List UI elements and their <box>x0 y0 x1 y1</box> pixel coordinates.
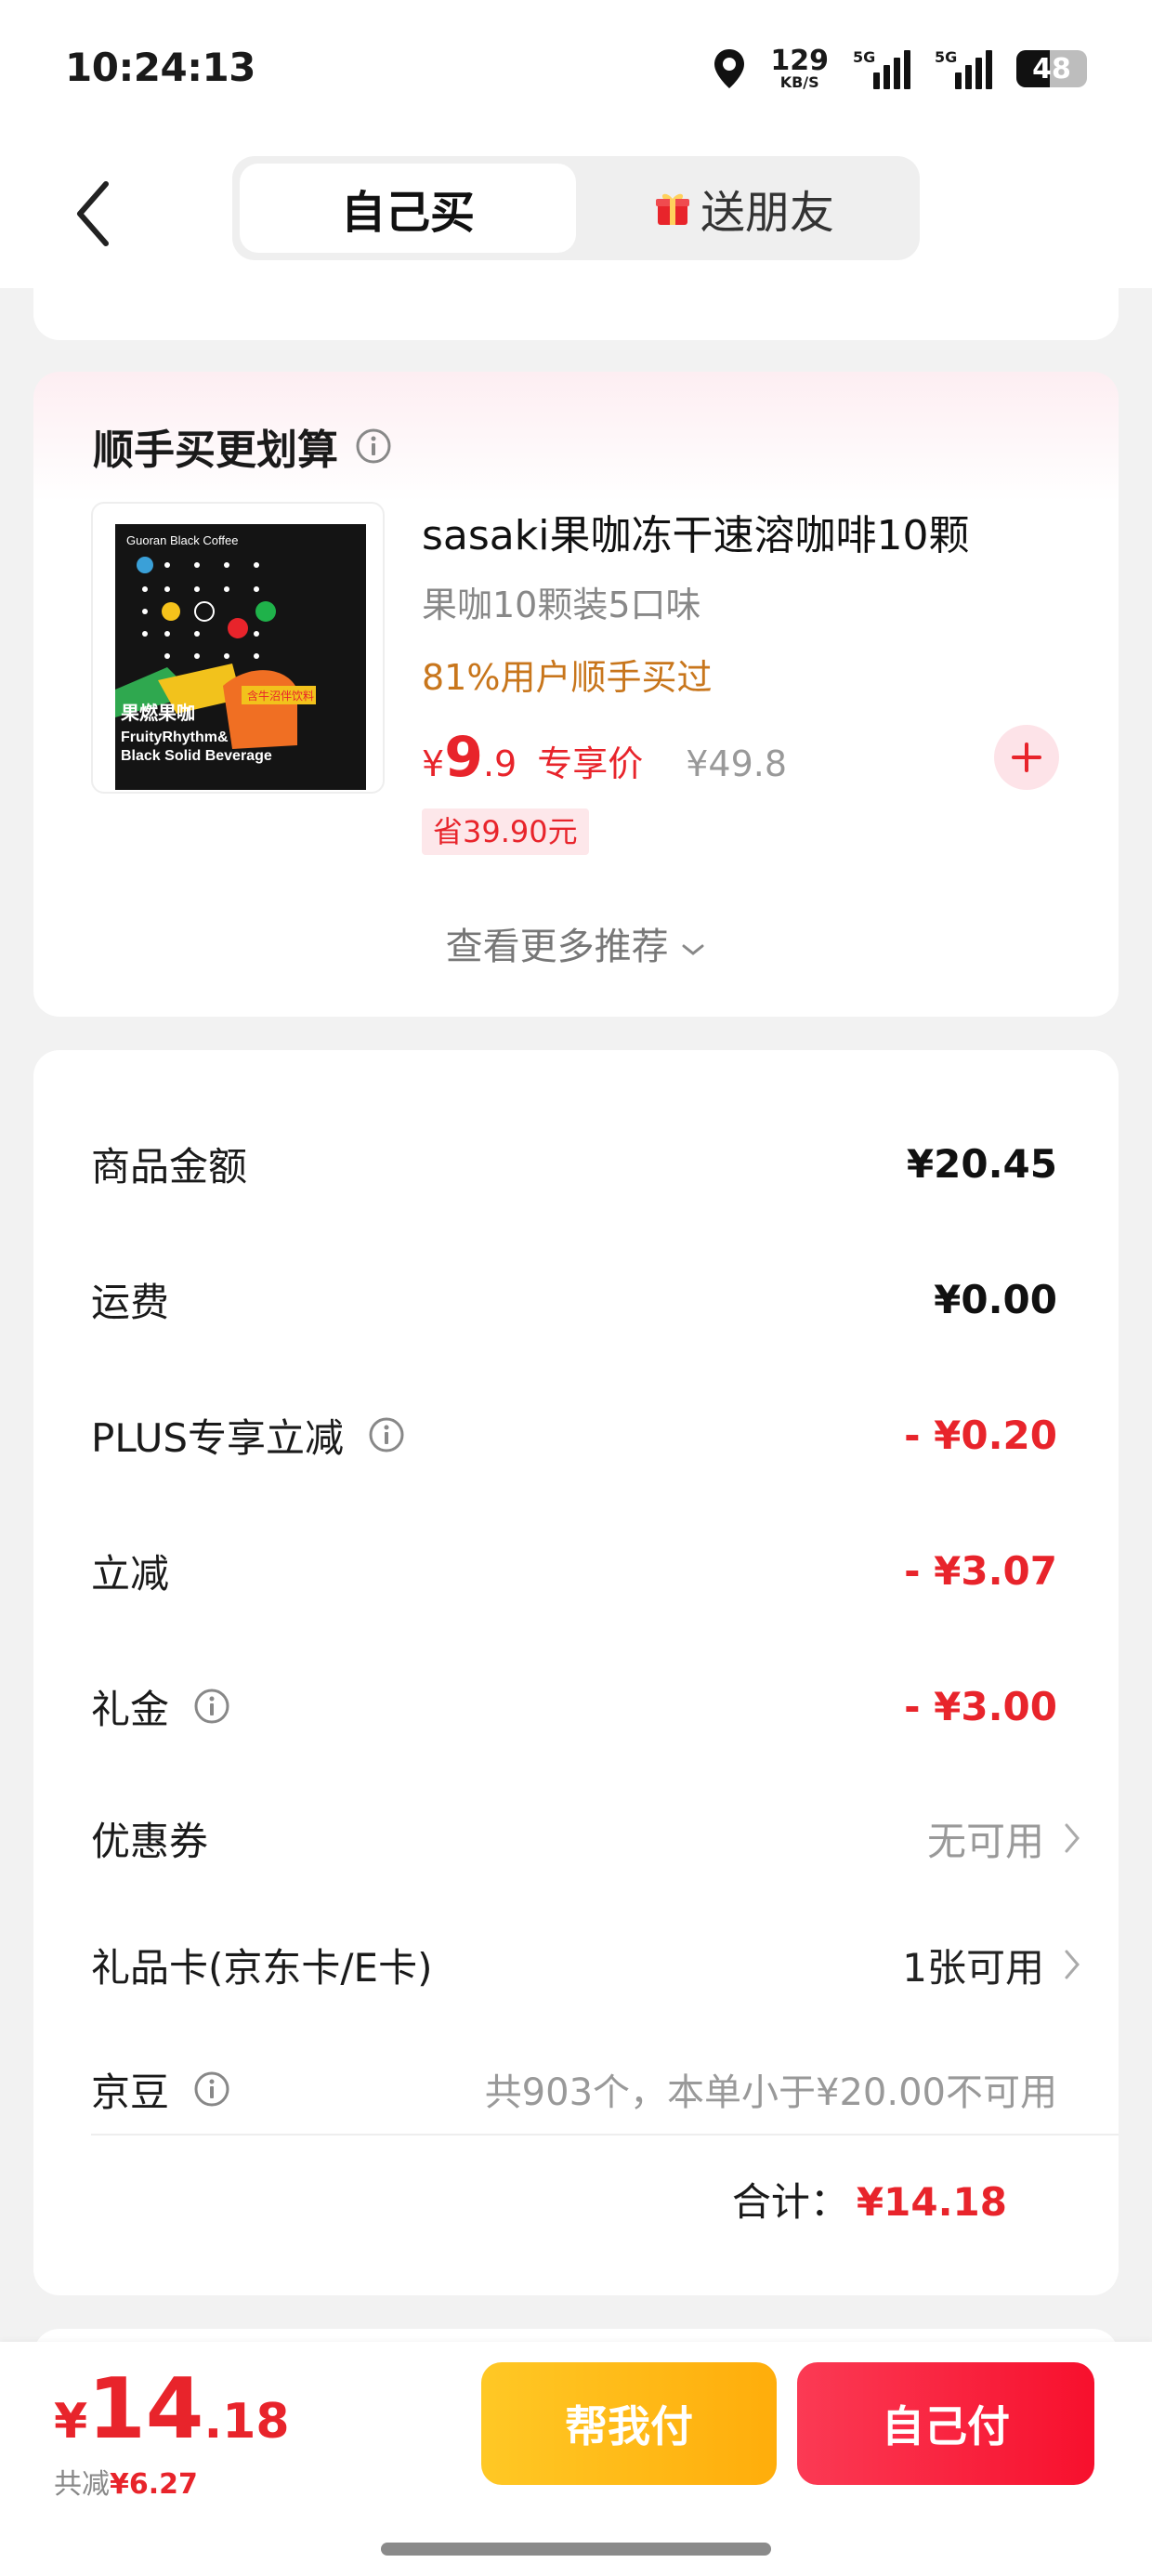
status-icons: 129 KB/S 5G 5G 48 <box>713 41 1087 97</box>
fee-label: 礼金 <box>91 1686 170 1732</box>
home-indicator[interactable] <box>381 2543 771 2556</box>
save-badge: 省39.90元 <box>422 808 589 855</box>
fee-label: 京豆 <box>91 2069 170 2115</box>
fee-value: 1张可用 <box>902 1944 1044 1991</box>
payable-integer: 14 <box>87 2360 204 2458</box>
help-me-pay-button[interactable]: 帮我付 <box>481 2362 777 2485</box>
network-speed-value: 129 <box>770 45 829 77</box>
fee-row-jd-beans: 京豆 共903个，本单小于¥20.00不可用 <box>91 2052 1057 2126</box>
info-icon[interactable] <box>193 1688 230 1725</box>
thumb-side: 含牛沼伴饮料 <box>247 689 314 703</box>
product-price: ¥ 9 .9 专享价 ¥49.8 <box>422 725 787 790</box>
network-speed: 129 KB/S <box>770 47 829 90</box>
checkout-bar: ¥ 14 .18 共减¥6.27 帮我付 自己付 <box>0 2342 1152 2576</box>
original-price: ¥49.8 <box>686 743 788 784</box>
payable-symbol: ¥ <box>54 2394 88 2450</box>
fee-label: 商品金额 <box>91 1143 248 1189</box>
info-icon[interactable] <box>193 2070 230 2108</box>
fee-label: PLUS专享立减 <box>91 1414 345 1461</box>
fee-label-wrap: 礼金 <box>91 1678 230 1735</box>
network-speed-unit: KB/S <box>779 73 819 91</box>
product-thumbnail[interactable]: Guoran Black Coffee 含牛沼伴饮料 果燃果咖 FruityRh… <box>91 502 385 794</box>
recommendation-card: 顺手买更划算 Guoran Black Coffee 含牛沼伴饮料 果燃果咖 F… <box>33 372 1119 1017</box>
coffee-product-image: Guoran Black Coffee 含牛沼伴饮料 果燃果咖 FruityRh… <box>115 524 366 790</box>
fee-label: 优惠券 <box>91 1818 209 1864</box>
fee-row-goods: 商品金额 ¥20.45 <box>91 1126 1057 1201</box>
gift-icon <box>655 193 689 225</box>
help-me-pay-label: 帮我付 <box>565 2401 693 2451</box>
fee-row-shipping: 运费 ¥0.00 <box>91 1262 1057 1336</box>
more-recommendations-link[interactable]: 查看更多推荐 <box>33 916 1119 970</box>
total-value: ¥14.18 <box>856 2179 1007 2225</box>
tab-send-friend[interactable]: 送朋友 <box>576 164 912 253</box>
product-spec: 果咖10颗装5口味 <box>422 585 701 625</box>
price-integer: 9 <box>444 725 483 790</box>
thumb-en1: FruityRhythm& <box>121 729 229 745</box>
fee-row-instant-discount: 立减 - ¥3.07 <box>91 1533 1057 1608</box>
status-bar: 10:24:13 129 KB/S 5G 5G 48 <box>0 0 1152 139</box>
divider <box>91 2134 1119 2136</box>
battery-icon: 48 <box>1016 50 1087 87</box>
payable-price: ¥ 14 .18 <box>54 2368 290 2451</box>
fee-value: ¥20.45 <box>906 1140 1057 1187</box>
jd-beans-note: 共903个，本单小于¥20.00不可用 <box>484 2071 1057 2114</box>
status-time: 10:24:13 <box>65 45 255 90</box>
info-icon[interactable] <box>355 427 392 465</box>
social-proof: 81%用户顺手买过 <box>422 657 713 698</box>
price-breakdown-card: 商品金额 ¥20.45 运费 ¥0.00 PLUS专享立减 - ¥0.20 立减… <box>33 1050 1119 2295</box>
top-nav: 自己买 送朋友 <box>0 139 1152 288</box>
recommendation-title-text: 顺手买更划算 <box>93 427 338 474</box>
total-label: 合计： <box>731 2179 849 2225</box>
total-saved-value: ¥6.27 <box>110 2468 198 2501</box>
tab-buy-self-label: 自己买 <box>340 187 475 239</box>
battery-level: 48 <box>1032 52 1071 85</box>
price-tag: 专享价 <box>537 743 644 784</box>
location-icon <box>714 49 745 88</box>
thumb-brand: Guoran Black Coffee <box>126 533 238 547</box>
recommendation-title: 顺手买更划算 <box>93 416 392 476</box>
fee-label-wrap: PLUS专享立减 <box>91 1407 405 1464</box>
info-icon[interactable] <box>368 1416 405 1453</box>
chevron-right-icon <box>1065 1950 1080 1979</box>
chevron-right-icon <box>1065 1823 1080 1853</box>
total-saved-label: 共减 <box>54 2468 110 2501</box>
address-card <box>33 269 1119 340</box>
fee-value: - ¥0.20 <box>904 1412 1057 1458</box>
fee-value: 无可用 <box>926 1818 1044 1864</box>
fee-label: 运费 <box>91 1279 170 1325</box>
back-button[interactable] <box>56 167 130 260</box>
fee-value: - ¥3.00 <box>904 1683 1057 1729</box>
signal-label: 5G <box>853 48 876 66</box>
purchase-mode-switch: 自己买 送朋友 <box>232 156 920 260</box>
pay-myself-button[interactable]: 自己付 <box>797 2362 1094 2485</box>
tab-send-friend-label: 送朋友 <box>700 187 834 239</box>
fee-row-plus-discount: PLUS专享立减 - ¥0.20 <box>91 1398 1057 1472</box>
fee-label-wrap: 京豆 <box>91 2061 230 2118</box>
chevron-down-icon <box>682 944 704 955</box>
pay-myself-label: 自己付 <box>882 2401 1010 2451</box>
more-recommendations-label: 查看更多推荐 <box>445 926 669 968</box>
price-symbol: ¥ <box>422 743 445 784</box>
total-saved: 共减¥6.27 <box>54 2461 198 2502</box>
plus-icon <box>1012 743 1041 772</box>
fee-row-coupon[interactable]: 优惠券 无可用 <box>91 1801 1081 1875</box>
payable-decimal: .18 <box>203 2394 290 2450</box>
fee-label: 礼品卡(京东卡/E卡) <box>91 1944 433 1991</box>
fee-value: - ¥3.07 <box>904 1547 1057 1594</box>
chevron-left-icon <box>77 181 109 246</box>
signal-strength-icon-2: 5G <box>935 48 992 89</box>
order-total: 合计： ¥14.18 <box>732 2171 1007 2228</box>
thumb-cn: 果燃果咖 <box>121 702 195 724</box>
fee-value: ¥0.00 <box>934 1276 1057 1322</box>
add-to-order-button[interactable] <box>994 725 1059 790</box>
fee-label: 立减 <box>91 1550 170 1597</box>
thumb-en2: Black Solid Beverage <box>121 748 272 764</box>
price-decimal: .9 <box>482 743 517 784</box>
fee-row-gift-card[interactable]: 礼品卡(京东卡/E卡) 1张可用 <box>91 1927 1081 2002</box>
fee-row-gift-money: 礼金 - ¥3.00 <box>91 1669 1057 1743</box>
signal-label-2: 5G <box>935 48 958 66</box>
product-name[interactable]: sasaki果咖冻干速溶咖啡10颗 <box>422 502 969 561</box>
signal-strength-icon: 5G <box>853 48 910 89</box>
tab-buy-self[interactable]: 自己买 <box>240 164 576 253</box>
